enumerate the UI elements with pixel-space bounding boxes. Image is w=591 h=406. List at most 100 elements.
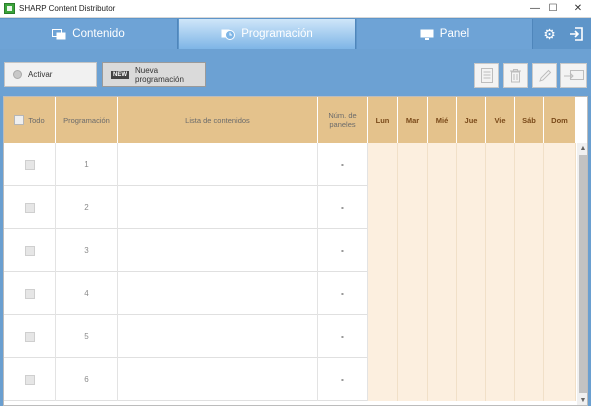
row-checkbox[interactable] — [24, 159, 35, 170]
row-day-cell-dom[interactable] — [544, 315, 576, 358]
row-day-cell-lun[interactable] — [368, 229, 398, 272]
row-day-cell-dom[interactable] — [544, 186, 576, 229]
row-day-cell-mar[interactable] — [398, 315, 428, 358]
table-row[interactable]: 6- — [4, 358, 576, 401]
list-icon[interactable] — [474, 63, 499, 88]
row-day-cell-mié[interactable] — [428, 358, 457, 401]
row-day-cell-vie[interactable] — [486, 186, 515, 229]
gear-icon[interactable]: ⚙ — [536, 19, 563, 49]
main-nav: Contenido Programación Panel ⚙ — [0, 18, 591, 49]
send-to-panel-icon[interactable] — [560, 63, 587, 88]
row-day-cell-sáb[interactable] — [515, 358, 544, 401]
row-day-cell-jue[interactable] — [457, 229, 486, 272]
tab-panel-label: Panel — [439, 28, 470, 40]
new-schedule-button[interactable]: NEW Nueva programación — [102, 62, 206, 87]
row-content-list[interactable] — [118, 315, 318, 358]
row-panels-count: - — [318, 315, 368, 358]
row-day-cell-sáb[interactable] — [515, 272, 544, 315]
row-day-cell-mié[interactable] — [428, 315, 457, 358]
row-day-cell-dom[interactable] — [544, 272, 576, 315]
row-checkbox-cell — [4, 358, 56, 401]
row-day-cell-mar[interactable] — [398, 186, 428, 229]
vertical-scrollbar[interactable]: ▲ ▼ — [577, 143, 587, 405]
row-day-cell-sáb[interactable] — [515, 229, 544, 272]
table-row[interactable]: 2- — [4, 186, 576, 229]
pencil-icon[interactable] — [532, 63, 557, 88]
row-checkbox[interactable] — [24, 245, 35, 256]
row-day-cell-lun[interactable] — [368, 358, 398, 401]
table-row[interactable]: 3- — [4, 229, 576, 272]
toolbar: Activar NEW Nueva programación — [0, 49, 591, 96]
row-checkbox-cell — [4, 229, 56, 272]
row-day-cell-jue[interactable] — [457, 186, 486, 229]
row-checkbox[interactable] — [24, 331, 35, 342]
radio-icon — [13, 70, 22, 79]
row-day-cell-mar[interactable] — [398, 229, 428, 272]
header-day-mar: Mar — [398, 97, 428, 143]
row-checkbox[interactable] — [24, 202, 35, 213]
tab-contenido[interactable]: Contenido — [0, 19, 178, 49]
maximize-button[interactable]: ☐ — [540, 0, 566, 18]
header-content-list: Lista de contenidos — [118, 97, 318, 143]
row-day-cell-dom[interactable] — [544, 229, 576, 272]
title-bar: SHARP Content Distributor — ☐ ✕ — [0, 0, 591, 18]
row-day-cell-mié[interactable] — [428, 229, 457, 272]
row-day-cell-lun[interactable] — [368, 315, 398, 358]
new-schedule-label: Nueva programación — [135, 65, 184, 84]
row-day-cell-sáb[interactable] — [515, 143, 544, 186]
row-day-cell-jue[interactable] — [457, 358, 486, 401]
exit-icon[interactable] — [562, 19, 589, 49]
row-day-cell-mié[interactable] — [428, 272, 457, 315]
schedule-icon — [221, 29, 236, 40]
row-day-cell-sáb[interactable] — [515, 315, 544, 358]
trash-icon[interactable] — [503, 63, 528, 88]
row-day-cell-lun[interactable] — [368, 143, 398, 186]
row-day-cell-vie[interactable] — [486, 358, 515, 401]
table-row[interactable]: 1- — [4, 143, 576, 186]
row-day-cell-vie[interactable] — [486, 229, 515, 272]
activate-label: Activar — [28, 70, 53, 79]
table-row[interactable]: 5- — [4, 315, 576, 358]
row-content-list[interactable] — [118, 143, 318, 186]
row-day-cell-jue[interactable] — [457, 143, 486, 186]
row-day-cell-sáb[interactable] — [515, 186, 544, 229]
row-checkbox[interactable] — [24, 288, 35, 299]
app-icon — [4, 3, 15, 14]
scroll-thumb[interactable] — [579, 155, 587, 393]
header-day-jue: Jue — [457, 97, 486, 143]
row-day-cell-vie[interactable] — [486, 272, 515, 315]
row-day-cell-dom[interactable] — [544, 358, 576, 401]
scroll-down-icon[interactable]: ▼ — [577, 395, 587, 405]
row-content-list[interactable] — [118, 358, 318, 401]
row-checkbox-cell — [4, 186, 56, 229]
scroll-up-icon[interactable]: ▲ — [577, 143, 587, 155]
row-day-cell-vie[interactable] — [486, 143, 515, 186]
row-schedule-number: 3 — [56, 229, 118, 272]
row-day-cell-vie[interactable] — [486, 315, 515, 358]
row-day-cell-mar[interactable] — [398, 143, 428, 186]
row-content-list[interactable] — [118, 229, 318, 272]
new-badge: NEW — [111, 70, 129, 79]
row-day-cell-mié[interactable] — [428, 143, 457, 186]
row-day-cell-mar[interactable] — [398, 358, 428, 401]
tab-programacion[interactable]: Programación — [179, 19, 356, 49]
row-day-cell-jue[interactable] — [457, 315, 486, 358]
row-day-cell-mié[interactable] — [428, 186, 457, 229]
tab-contenido-label: Contenido — [72, 28, 125, 40]
activate-button[interactable]: Activar — [4, 62, 97, 87]
table-row[interactable]: 4- — [4, 272, 576, 315]
row-content-list[interactable] — [118, 186, 318, 229]
row-panels-count: - — [318, 186, 368, 229]
row-day-cell-mar[interactable] — [398, 272, 428, 315]
row-day-cell-lun[interactable] — [368, 186, 398, 229]
header-all[interactable]: Todo — [4, 97, 56, 143]
row-panels-count: - — [318, 143, 368, 186]
row-content-list[interactable] — [118, 272, 318, 315]
select-all-checkbox[interactable] — [14, 115, 25, 125]
row-day-cell-dom[interactable] — [544, 143, 576, 186]
row-checkbox[interactable] — [24, 374, 35, 385]
tab-panel[interactable]: Panel — [357, 19, 533, 49]
row-day-cell-jue[interactable] — [457, 272, 486, 315]
row-day-cell-lun[interactable] — [368, 272, 398, 315]
close-button[interactable]: ✕ — [565, 0, 591, 18]
